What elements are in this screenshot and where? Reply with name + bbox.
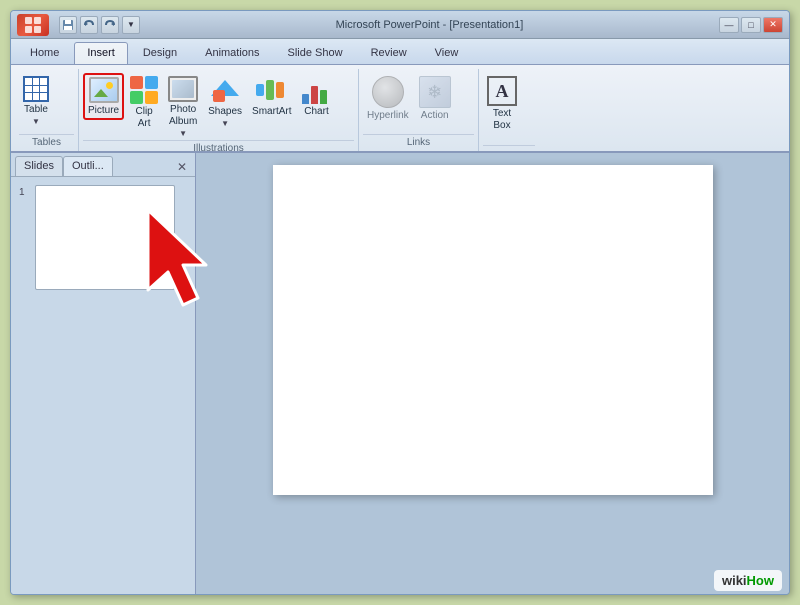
tab-home[interactable]: Home [17, 42, 72, 64]
redo-quick-button[interactable] [101, 16, 119, 34]
tab-slideshow[interactable]: Slide Show [275, 42, 356, 64]
textbox-label: TextBox [493, 108, 511, 132]
slides-tab-outline[interactable]: Outli... [63, 156, 113, 176]
tab-review[interactable]: Review [358, 42, 420, 64]
shapes-button[interactable]: Shapes ▼ [204, 73, 246, 130]
ribbon-body: Table ▼ Tables Picture [11, 65, 789, 153]
photoalbum-dropdown-arrow: ▼ [179, 129, 187, 138]
main-area: Slides Outli... ✕ 1 [11, 153, 789, 594]
action-icon: ❄ [419, 76, 451, 108]
slides-tab-slides[interactable]: Slides [15, 156, 63, 176]
picture-label: Picture [88, 105, 119, 117]
table-label: Table [24, 104, 48, 116]
tab-view[interactable]: View [422, 42, 472, 64]
textbox-icon-shape: A [487, 76, 517, 106]
ribbon-group-illustrations: Picture ClipArt [79, 69, 359, 151]
office-button[interactable] [17, 14, 49, 36]
photoalbum-icon [168, 76, 198, 102]
text-group-label [483, 145, 535, 151]
chart-label: Chart [304, 106, 328, 118]
quick-access-toolbar: ▼ [59, 16, 140, 34]
clipart-button[interactable]: ClipArt [126, 73, 162, 132]
smartart-icon [256, 76, 288, 104]
action-button[interactable]: ❄ Action [415, 73, 455, 124]
ribbon-content: Table ▼ Tables Picture [15, 69, 785, 151]
save-quick-button[interactable] [59, 16, 77, 34]
chart-icon [302, 76, 332, 104]
table-button[interactable]: Table ▼ [19, 73, 53, 128]
close-button[interactable]: ✕ [763, 17, 783, 33]
ribbon-group-tables: Table ▼ Tables [15, 69, 79, 151]
hyperlink-button[interactable]: Hyperlink [363, 73, 413, 124]
how-text: How [747, 573, 774, 588]
ribbon-group-text: A TextBox [479, 69, 539, 151]
slides-panel-close[interactable]: ✕ [173, 158, 191, 176]
photoalbum-label: PhotoAlbum [169, 104, 197, 128]
slide-canvas-area [196, 153, 789, 594]
chart-button[interactable]: Chart [298, 73, 336, 120]
undo-quick-button[interactable] [80, 16, 98, 34]
smartart-button[interactable]: SmartArt [248, 73, 295, 120]
shapes-dropdown-arrow: ▼ [221, 119, 229, 128]
outer-frame: ▼ Microsoft PowerPoint - [Presentation1]… [0, 0, 800, 605]
clipart-icon [130, 76, 158, 104]
text-items: A TextBox [483, 71, 535, 145]
action-icon-shape: ❄ [419, 76, 451, 108]
links-group-label: Links [363, 134, 474, 151]
textbox-button[interactable]: A TextBox [483, 73, 521, 134]
slide-canvas[interactable] [273, 165, 713, 495]
minimize-button[interactable]: — [719, 17, 739, 33]
app-window: ▼ Microsoft PowerPoint - [Presentation1]… [10, 10, 790, 595]
illustrations-group-label: Illustrations [83, 140, 354, 157]
wiki-text: wiki [722, 573, 747, 588]
table-dropdown-arrow: ▼ [32, 117, 40, 126]
tables-group-label: Tables [19, 134, 74, 151]
title-bar: ▼ Microsoft PowerPoint - [Presentation1]… [11, 11, 789, 39]
shapes-label: Shapes [208, 106, 242, 118]
window-title: Microsoft PowerPoint - [Presentation1] [140, 19, 719, 31]
slide-thumb-1[interactable] [35, 185, 175, 290]
tables-items: Table ▼ [19, 71, 74, 134]
picture-icon [89, 77, 119, 103]
tab-design[interactable]: Design [130, 42, 190, 64]
title-controls: — □ ✕ [719, 17, 783, 33]
ribbon-tabs: Home Insert Design Animations Slide Show… [11, 39, 789, 65]
hyperlink-icon [372, 76, 404, 108]
links-items: Hyperlink ❄ Action [363, 71, 474, 134]
picture-button[interactable]: Picture [83, 73, 124, 120]
slide-thumbnail-1: 1 [19, 185, 187, 290]
qa-dropdown-button[interactable]: ▼ [122, 16, 140, 34]
table-icon [23, 76, 49, 102]
slides-list: 1 [11, 177, 195, 594]
maximize-button[interactable]: □ [741, 17, 761, 33]
wikihow-badge: wikiHow [714, 570, 782, 591]
illustrations-items: Picture ClipArt [83, 71, 354, 140]
tab-animations[interactable]: Animations [192, 42, 272, 64]
smartart-label: SmartArt [252, 106, 291, 118]
ribbon-group-links: Hyperlink ❄ Action Links [359, 69, 479, 151]
title-bar-left: ▼ [17, 14, 140, 36]
slide-number-1: 1 [19, 185, 31, 198]
photoalbum-button[interactable]: PhotoAlbum ▼ [164, 73, 202, 140]
office-logo [25, 17, 41, 33]
hyperlink-label: Hyperlink [367, 110, 409, 122]
textbox-icon: A [487, 76, 517, 106]
clipart-label: ClipArt [136, 106, 153, 130]
action-label: Action [421, 110, 449, 122]
slides-panel: Slides Outli... ✕ 1 [11, 153, 196, 594]
shapes-icon [211, 76, 239, 104]
tab-insert[interactable]: Insert [74, 42, 128, 64]
